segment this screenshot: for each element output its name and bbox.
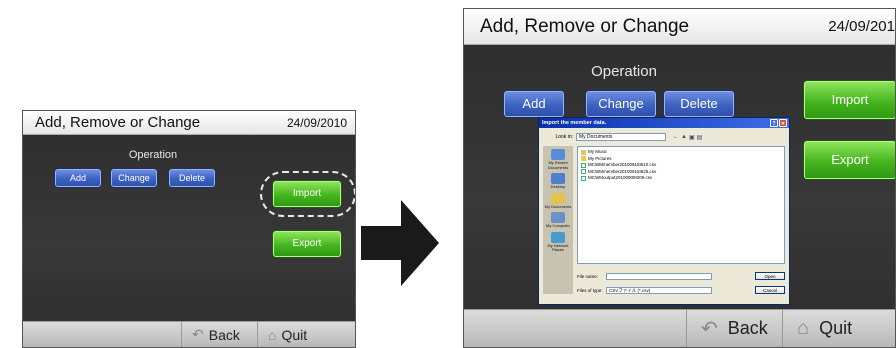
back-arrow-icon: ↶ <box>192 326 204 342</box>
delete-button[interactable]: Delete <box>169 169 215 187</box>
quit-label: Quit <box>281 326 308 343</box>
folder-icon <box>581 149 586 155</box>
my-documents-icon <box>551 192 565 204</box>
file-type-row: Files of type: CSVファイル (*.csv) Cancel <box>577 286 785 294</box>
csv-file-icon <box>581 169 586 175</box>
house-icon: ⌂ <box>268 326 277 343</box>
back-button[interactable]: ↶ Back <box>181 322 257 347</box>
back-label: Back <box>727 318 768 338</box>
title-bar: Add, Remove or Change 24/09/201 <box>464 9 895 45</box>
network-places-icon <box>551 231 565 243</box>
desktop-icon <box>551 173 565 184</box>
change-button[interactable]: Change <box>111 169 157 187</box>
bottom-bar: ↶ Back ⌂ Quit <box>464 309 895 347</box>
csv-file-icon <box>581 175 586 181</box>
place-network[interactable]: My Network Places <box>543 231 573 253</box>
right-arrow-icon <box>361 200 439 286</box>
file-name-row: File name: Open <box>577 272 785 280</box>
place-desktop[interactable]: Desktop <box>551 173 565 190</box>
place-my-documents[interactable]: My Documents <box>545 192 571 210</box>
import-button[interactable]: Import <box>804 81 895 119</box>
file-name-input[interactable] <box>606 272 712 280</box>
back-button[interactable]: ↶ Back <box>686 310 782 347</box>
places-bar: My Recent Documents Desktop My Documents… <box>543 146 573 294</box>
up-folder-icon[interactable]: ▲ <box>681 134 687 141</box>
date-label: 24/09/2010 <box>286 115 347 130</box>
open-button[interactable]: Open <box>755 272 785 280</box>
quit-button[interactable]: ⌂ Quit <box>782 310 895 347</box>
add-button[interactable]: Add <box>504 91 564 117</box>
import-button[interactable]: Import <box>273 181 341 207</box>
page-title: Add, Remove or Change <box>35 114 201 131</box>
list-item[interactable]: MCWMoutput20100909I209.csv <box>581 175 781 182</box>
help-icon[interactable]: ? <box>770 119 778 127</box>
main-panel: Operation Add Change Delete Import Expor… <box>464 45 895 309</box>
place-my-computer[interactable]: My Computer <box>546 212 570 229</box>
screen-before: Add, Remove or Change 24/09/2010 Operati… <box>22 110 356 348</box>
import-dialog: Import the member data. ? ✕ Look in: My … <box>538 117 790 305</box>
file-name-label: File name: <box>577 273 599 279</box>
house-icon: ⌂ <box>797 317 810 339</box>
folder-icon <box>581 156 586 162</box>
bottom-bar: ↶ Back ⌂ Quit <box>23 321 355 347</box>
back-icon[interactable]: ← <box>673 134 679 141</box>
look-in-row: Look in: My Documents ← ▲ ▣ ▤ <box>543 132 785 142</box>
view-menu-icon[interactable]: ▤ <box>697 134 703 141</box>
delete-button[interactable]: Delete <box>664 91 734 117</box>
files-of-type-label: Files of type: <box>577 287 603 293</box>
page-title: Add, Remove or Change <box>480 15 690 37</box>
change-button[interactable]: Change <box>586 91 656 117</box>
files-of-type-select[interactable]: CSVファイル (*.csv) <box>606 286 712 294</box>
tutorial-figure: Add, Remove or Change 24/09/2010 Operati… <box>0 0 896 348</box>
cancel-button[interactable]: Cancel <box>755 286 785 294</box>
operation-label: Operation <box>128 149 178 161</box>
look-in-select[interactable]: My Documents <box>576 133 666 141</box>
back-label: Back <box>208 326 240 343</box>
my-computer-icon <box>550 212 565 223</box>
recent-documents-icon <box>551 149 565 160</box>
export-button[interactable]: Export <box>804 141 895 179</box>
quit-button[interactable]: ⌂ Quit <box>257 322 355 347</box>
export-button[interactable]: Export <box>273 231 341 257</box>
back-arrow-icon: ↶ <box>701 318 718 340</box>
csv-file-icon <box>581 162 586 168</box>
add-button[interactable]: Add <box>55 169 101 187</box>
operation-label: Operation <box>591 63 657 80</box>
date-label: 24/09/201 <box>828 18 895 35</box>
title-bar: Add, Remove or Change 24/09/2010 <box>23 111 355 135</box>
file-list: My Music My Pictures MCWMmember20100915I… <box>577 146 785 264</box>
new-folder-icon[interactable]: ▣ <box>689 134 695 141</box>
dialog-title: Import the member data. <box>542 120 607 126</box>
close-icon[interactable]: ✕ <box>779 119 787 127</box>
dialog-toolbar: ← ▲ ▣ ▤ <box>673 134 702 141</box>
main-panel: Operation Add Change Delete Import Expor… <box>23 135 355 321</box>
screen-after: Add, Remove or Change 24/09/201 Operatio… <box>463 8 896 348</box>
place-recent[interactable]: My Recent Documents <box>543 149 573 170</box>
look-in-label: Look in: <box>555 134 573 140</box>
dialog-title-bar: Import the member data. ? ✕ <box>539 118 789 128</box>
quit-label: Quit <box>819 318 853 338</box>
